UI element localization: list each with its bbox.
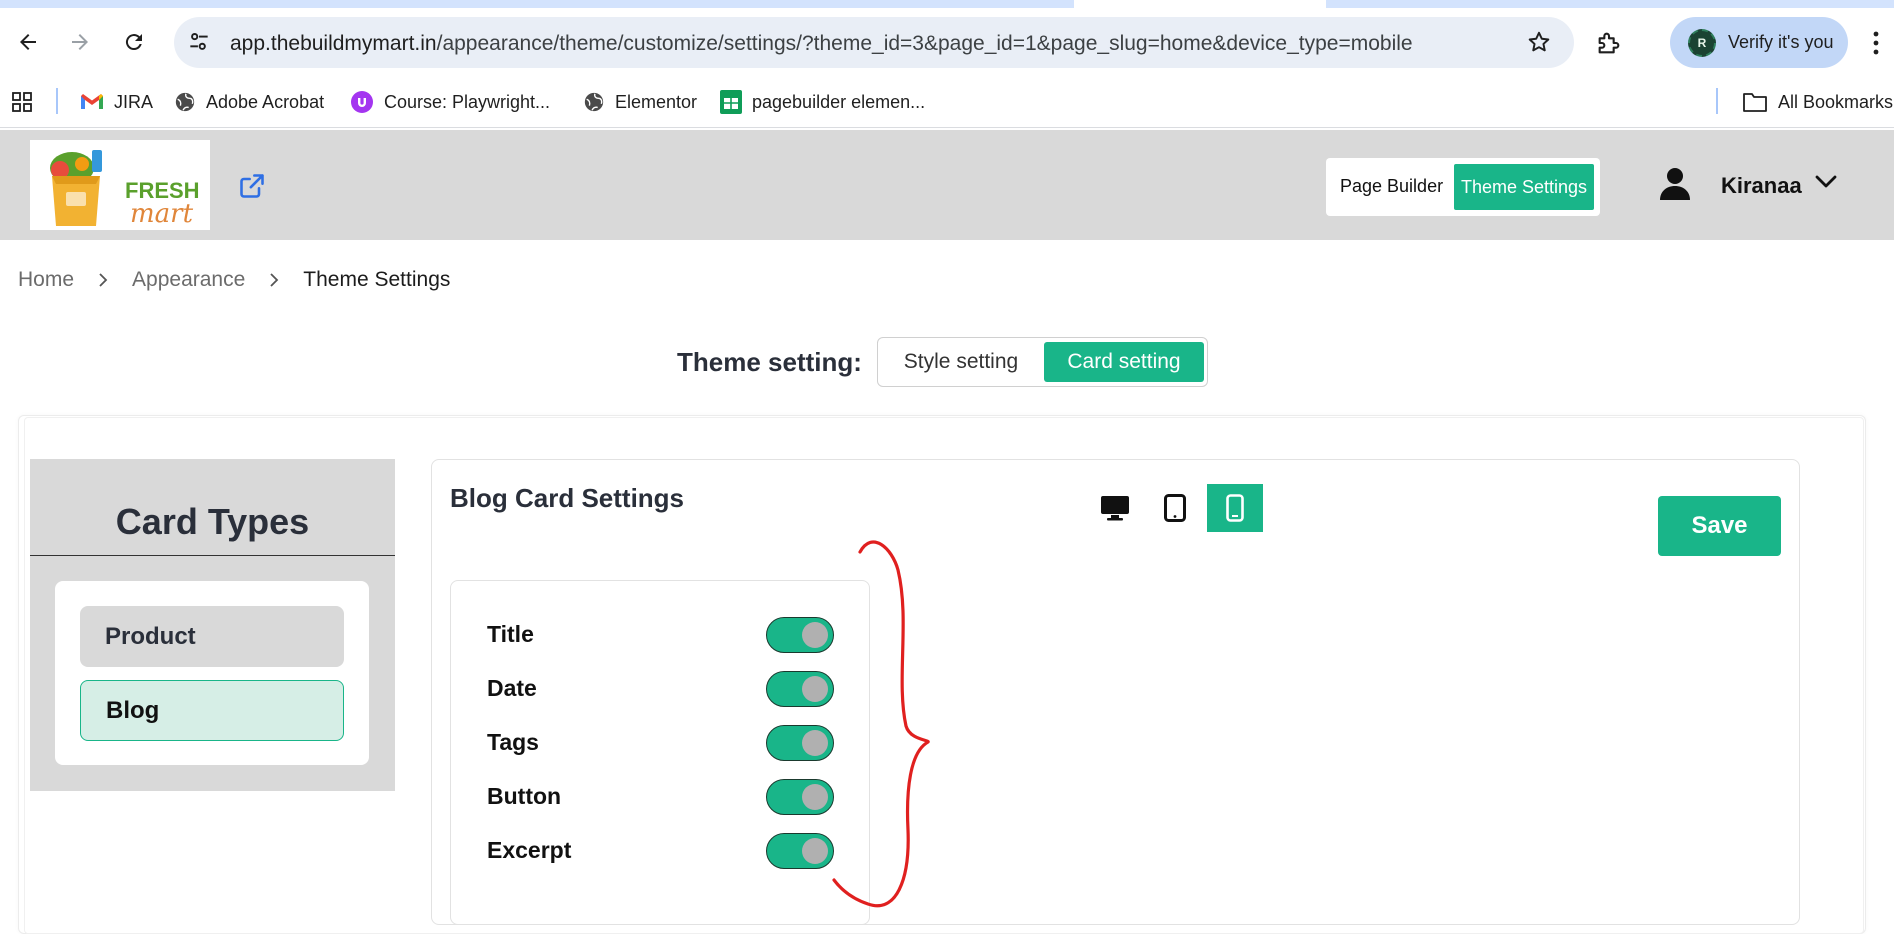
bookmark-pagebuilder[interactable]: pagebuilder elemen...: [720, 86, 925, 118]
breadcrumb: Home Appearance Theme Settings: [18, 268, 450, 292]
url-host: app.thebuildmymart.in: [230, 32, 437, 55]
toggle-label: Title: [487, 621, 534, 647]
save-button[interactable]: Save: [1658, 496, 1781, 556]
logo-text-mart: mart: [130, 199, 194, 229]
reload-button[interactable]: [114, 22, 154, 62]
builder-mode-switch: Page Builder Theme Settings: [1326, 158, 1600, 216]
theme-setting-label: Theme setting:: [677, 347, 862, 377]
toggle-row-excerpt: Excerpt: [487, 833, 837, 869]
back-arrow-icon: [20, 34, 36, 50]
toggle-label: Excerpt: [487, 837, 572, 863]
bookmarks-divider: [1716, 88, 1718, 114]
card-types-list: Product Blog: [55, 581, 369, 765]
card-setting-tab[interactable]: Card setting: [1044, 342, 1204, 382]
user-name[interactable]: Kiranaa: [1721, 173, 1802, 199]
toggle-row-title: Title: [487, 617, 837, 653]
verify-identity-chip[interactable]: R Verify it's you: [1670, 17, 1848, 68]
url-path: /appearance/theme/customize/settings/?th…: [436, 32, 1413, 55]
address-bar[interactable]: app.thebuildmymart.in/appearance/theme/c…: [174, 17, 1574, 68]
browser-menu-icon[interactable]: [1872, 30, 1880, 61]
toggle-row-button: Button: [487, 779, 837, 815]
bookmark-label: Elementor: [615, 91, 698, 112]
desktop-icon: [1101, 496, 1129, 521]
blog-card-settings-panel: Blog Card Settings Save Title Date Tags …: [431, 459, 1800, 925]
site-settings-icon[interactable]: [186, 29, 212, 60]
browser-toolbar: app.thebuildmymart.in/appearance/theme/c…: [0, 8, 1894, 78]
toggle-row-date: Date: [487, 671, 837, 707]
blog-card-settings-title: Blog Card Settings: [450, 483, 685, 513]
device-switcher: [1087, 484, 1267, 532]
toggle-label: Tags: [487, 729, 539, 755]
breadcrumb-appearance[interactable]: Appearance: [132, 268, 245, 292]
card-type-product[interactable]: Product: [80, 606, 344, 667]
page-builder-button[interactable]: Page Builder: [1340, 176, 1443, 197]
toggle-label: Date: [487, 675, 537, 701]
bookmarks-divider: [56, 88, 58, 114]
verify-label: Verify it's you: [1728, 32, 1834, 52]
toggle-label: Button: [487, 783, 562, 809]
breadcrumb-home[interactable]: Home: [18, 268, 74, 292]
open-store-external-icon[interactable]: [238, 172, 266, 205]
all-bookmarks[interactable]: All Bookmarks: [1742, 86, 1893, 118]
toggle-row-tags: Tags: [487, 725, 837, 761]
udemy-icon: [350, 90, 374, 114]
back-button[interactable]: [8, 22, 48, 62]
bookmark-star-icon[interactable]: [1526, 29, 1552, 60]
desktop-view-button[interactable]: [1087, 484, 1143, 532]
browser-active-tab[interactable]: [1074, 0, 1326, 8]
card-types-title: Card Types: [115, 501, 310, 542]
all-bookmarks-label: All Bookmarks: [1778, 91, 1894, 112]
tablet-icon: [1164, 494, 1186, 522]
bookmark-jira[interactable]: JIRA: [80, 86, 153, 118]
card-type-blog[interactable]: Blog: [80, 680, 344, 741]
bookmark-label: Course: Playwright...: [384, 91, 551, 112]
extensions-puzzle-icon[interactable]: [1595, 29, 1623, 62]
sheets-icon: [720, 90, 742, 114]
bookmark-elementor[interactable]: Elementor: [583, 86, 697, 118]
chevron-right-icon: [98, 272, 108, 288]
forward-button[interactable]: [60, 22, 100, 62]
reload-icon: [125, 34, 142, 51]
profile-avatar: R: [1688, 28, 1716, 57]
tablet-view-button[interactable]: [1147, 484, 1203, 532]
theme-setting-switch: Style setting Card setting: [877, 337, 1208, 387]
apps-grid-icon[interactable]: [10, 86, 34, 118]
blog-toggles-card: Title Date Tags Button Excerpt: [450, 580, 870, 925]
globe-icon: [583, 91, 605, 113]
bookmark-adobe-acrobat[interactable]: Adobe Acrobat: [174, 86, 324, 118]
card-types-panel: Card Types Product Blog: [30, 459, 395, 791]
user-avatar-icon[interactable]: [1658, 166, 1692, 207]
bookmark-label: pagebuilder elemen...: [752, 91, 926, 112]
app-header: FRESH mart Page Builder Theme Settings K…: [0, 130, 1894, 240]
chevron-right-icon: [269, 272, 279, 288]
breadcrumb-current: Theme Settings: [303, 268, 451, 291]
bookmark-label: Adobe Acrobat: [206, 91, 325, 112]
mobile-view-button[interactable]: [1207, 484, 1263, 532]
url-text[interactable]: app.thebuildmymart.in/appearance/theme/c…: [230, 32, 1413, 56]
page-root: app.thebuildmymart.in/appearance/theme/c…: [0, 0, 1894, 934]
gmail-icon: [80, 93, 104, 111]
forward-arrow-icon: [72, 34, 88, 50]
bookmarks-bar: JIRA Adobe Acrobat Course: Playwright...…: [0, 78, 1894, 128]
style-setting-tab[interactable]: Style setting: [878, 338, 1044, 386]
globe-icon: [174, 91, 196, 113]
browser-tab-strip: [0, 0, 1894, 8]
folder-icon: [1742, 91, 1768, 113]
card-types-divider: [30, 555, 395, 556]
bookmark-course-playwright[interactable]: Course: Playwright...: [350, 86, 550, 118]
fresh-mart-logo[interactable]: FRESH mart: [30, 140, 210, 230]
chevron-down-icon[interactable]: [1815, 175, 1837, 194]
bookmark-label: JIRA: [114, 91, 154, 112]
theme-settings-button[interactable]: Theme Settings: [1454, 164, 1594, 210]
annotation-brace: [832, 540, 930, 908]
mobile-icon: [1226, 494, 1244, 522]
